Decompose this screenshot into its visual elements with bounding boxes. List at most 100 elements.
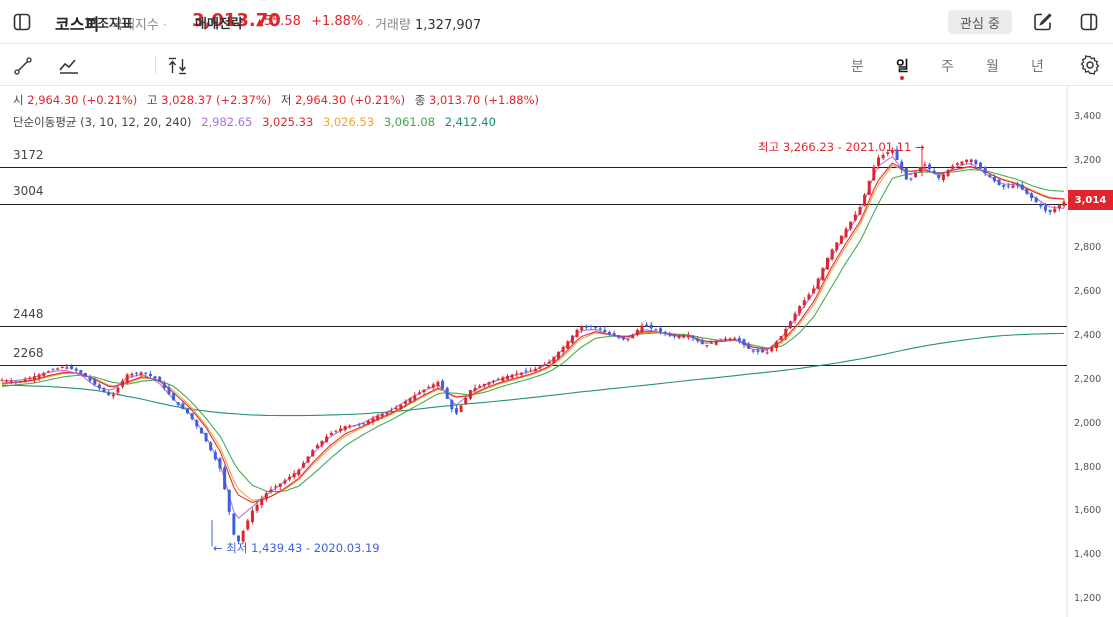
candle-body: [798, 306, 802, 314]
candle: [190, 413, 194, 421]
candle: [575, 328, 579, 338]
candle-body: [974, 160, 978, 165]
candle-body: [162, 383, 166, 389]
candle-body: [357, 424, 361, 426]
candle-body: [232, 513, 236, 535]
candle: [612, 330, 616, 337]
candle-body: [914, 172, 918, 178]
candle: [872, 164, 876, 181]
candle: [515, 370, 519, 378]
candle-body: [761, 350, 765, 353]
candle: [186, 408, 190, 415]
candle: [816, 277, 820, 291]
candle-body: [849, 221, 853, 229]
candle-body: [385, 412, 389, 415]
candle: [250, 507, 254, 525]
candle: [70, 364, 74, 370]
candle-body: [830, 249, 834, 260]
candle-body: [134, 372, 138, 374]
price-chart[interactable]: [0, 0, 1113, 617]
candle-body: [218, 458, 222, 469]
candle-body: [70, 365, 74, 370]
candle-body: [812, 288, 816, 294]
candle-body: [492, 380, 496, 382]
candle: [1057, 204, 1061, 212]
low-annotation: ← 최저 1,439.43 - 2020.03.19: [213, 540, 380, 556]
candle-body: [821, 268, 825, 281]
candle-body: [853, 214, 857, 221]
candle: [158, 375, 162, 382]
candle: [733, 336, 737, 341]
candle-body: [710, 342, 714, 344]
candle: [505, 373, 509, 380]
candle-body: [306, 456, 310, 463]
candle-body: [213, 452, 217, 460]
candle-body: [250, 510, 254, 523]
candle-body: [264, 493, 268, 500]
candle-body: [881, 154, 885, 159]
candle-body: [561, 347, 565, 352]
candle: [830, 248, 834, 261]
candle: [617, 334, 621, 340]
candle-body: [394, 407, 398, 410]
y-tick-label: 1,200: [1074, 593, 1102, 604]
candle-body: [32, 376, 36, 380]
candle-body: [65, 367, 69, 369]
candle-body: [1053, 208, 1057, 213]
candle: [311, 449, 315, 457]
candle-body: [793, 313, 797, 321]
candle-body: [807, 294, 811, 300]
candle: [997, 178, 1001, 186]
candle-body: [941, 174, 945, 181]
y-tick-label: 3,400: [1074, 111, 1102, 122]
candle: [1011, 182, 1015, 189]
candle-body: [390, 410, 394, 412]
candle-body: [441, 380, 445, 389]
candle-body: [992, 176, 996, 182]
candle: [635, 328, 639, 337]
candle-body: [543, 364, 547, 366]
y-tick-label: 2,000: [1074, 417, 1102, 429]
candle-body: [876, 157, 880, 166]
candle: [1048, 209, 1052, 216]
candle: [450, 398, 454, 413]
candle: [492, 379, 496, 384]
candle: [747, 341, 751, 349]
candle-body: [575, 329, 579, 338]
candle-body: [621, 336, 625, 340]
candle-body: [431, 384, 435, 388]
candle-body: [872, 166, 876, 181]
candle: [793, 311, 797, 324]
candle-body: [283, 480, 287, 484]
candle-body: [297, 469, 301, 476]
candle: [858, 205, 862, 215]
candle: [464, 396, 468, 405]
candle-body: [1016, 183, 1020, 186]
candle-body: [788, 321, 792, 329]
candle-body: [288, 476, 292, 480]
candle: [863, 192, 867, 207]
candle: [529, 367, 533, 372]
candle: [853, 211, 857, 222]
candle: [955, 161, 959, 166]
candle: [640, 322, 644, 334]
candle: [1020, 181, 1024, 191]
candle: [482, 383, 486, 388]
candle-body: [524, 370, 528, 372]
arrow-right-icon: →: [915, 140, 925, 154]
candle: [979, 161, 983, 170]
candle-body: [747, 344, 751, 349]
high-annotation-text: 최고 3,266.23 - 2021.01.11: [758, 140, 912, 154]
candle-body: [454, 408, 458, 414]
candle-body: [626, 339, 630, 341]
candle: [570, 335, 574, 345]
candle-body: [28, 377, 32, 380]
candle-body: [677, 335, 681, 339]
candle-body: [482, 383, 486, 387]
candle: [686, 331, 690, 340]
candle: [459, 404, 463, 413]
candle: [812, 285, 816, 294]
candle: [56, 367, 60, 371]
candle-body: [83, 373, 87, 377]
candle-body: [172, 392, 176, 401]
